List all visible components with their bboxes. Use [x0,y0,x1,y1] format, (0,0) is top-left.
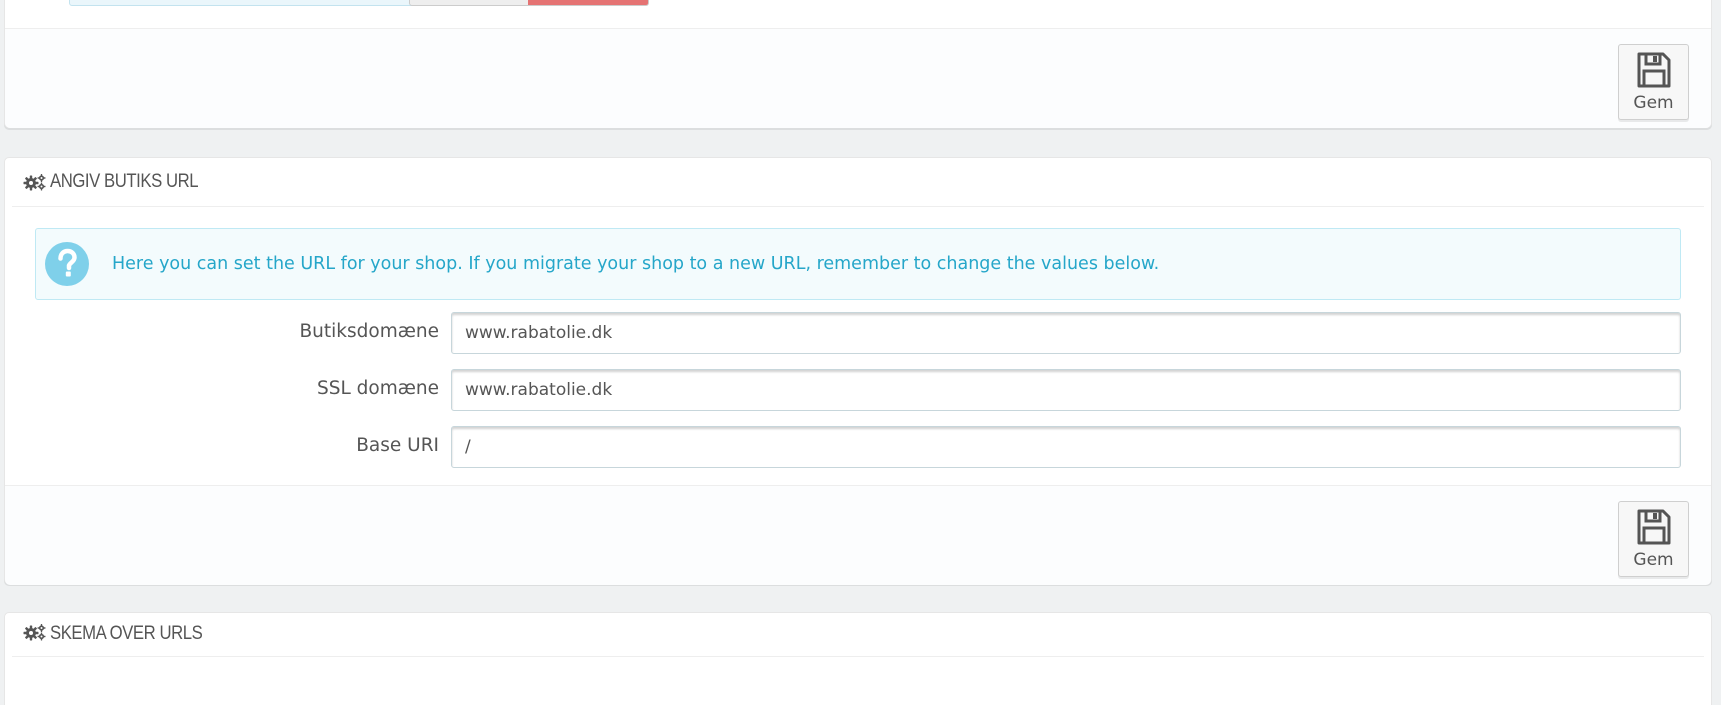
info-alert: Here you can set the URL for your shop. … [35,228,1681,300]
save-button-label: Gem [1633,550,1674,570]
panel-footer: Gem [5,485,1711,585]
panel-footer: Gem [5,28,1711,128]
ssl-domain-label: SSL domæne [316,378,439,399]
shop-domain-label: Butiksdomæne [299,321,439,342]
page: Gem ANGIV BUTIKS URL Here you can set th… [0,0,1721,705]
panel-title: SKEMA OVER URLS [50,623,203,644]
panel-title: ANGIV BUTIKS URL [50,171,199,192]
shop-url-panel: ANGIV BUTIKS URL Here you can set the UR… [4,157,1712,585]
ssl-domain-input[interactable] [451,369,1681,411]
floppy-disk-icon [1637,509,1670,545]
previous-text-input[interactable] [69,0,439,6]
base-uri-label: Base URI [356,435,439,456]
question-circle-icon [45,242,89,286]
form-row-shop-domain: Butiksdomæne [5,312,1711,354]
save-button-label: Gem [1633,93,1674,113]
toggle-active-segment [528,0,648,5]
previous-settings-panel: Gem [4,0,1712,128]
save-button[interactable]: Gem [1618,501,1689,577]
save-button[interactable]: Gem [1618,44,1689,120]
cogs-icon [23,624,46,641]
panel-heading: SKEMA OVER URLS [12,613,1704,657]
panel-heading: ANGIV BUTIKS URL [12,158,1704,207]
info-message: Here you can set the URL for your shop. … [112,254,1160,274]
floppy-disk-icon [1637,52,1670,88]
cogs-icon [23,174,46,191]
form-row-base-uri: Base URI [5,426,1711,468]
base-uri-input[interactable] [451,426,1681,468]
url-schema-panel: SKEMA OVER URLS [4,612,1712,705]
shop-domain-input[interactable] [451,312,1681,354]
form-row-ssl-domain: SSL domæne [5,369,1711,411]
previous-toggle-switch[interactable] [409,0,649,6]
